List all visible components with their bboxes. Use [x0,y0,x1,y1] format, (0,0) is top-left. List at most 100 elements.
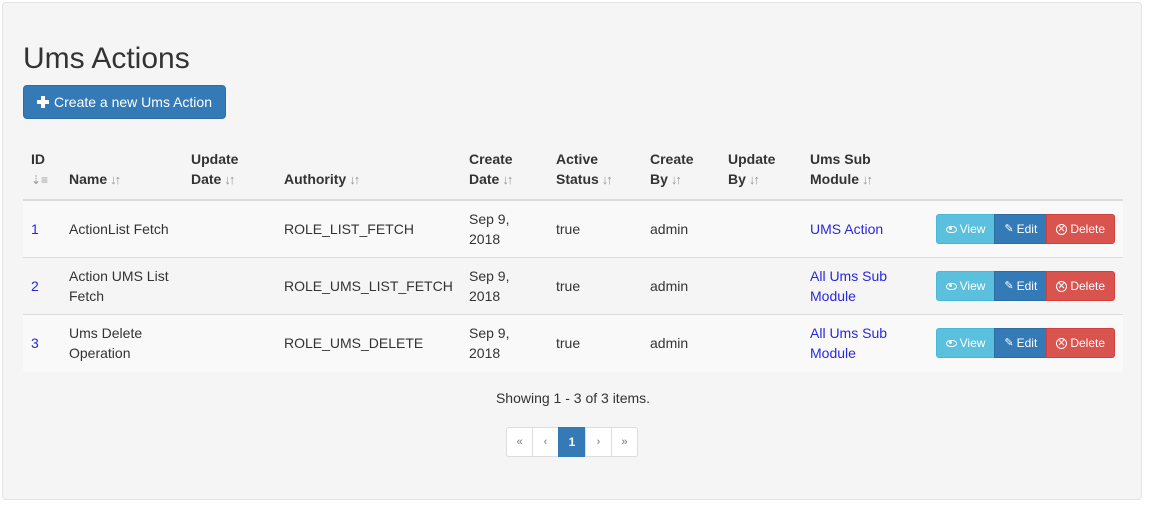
column-header-update-date[interactable]: Update Date ↓↑ [183,143,276,201]
view-label: View [959,222,986,236]
sort-icon[interactable]: ↓↑ [749,172,760,187]
row-id-link[interactable]: 2 [31,278,39,294]
row-ums-sub-module-link[interactable]: UMS Action [810,221,883,237]
header-authority-label: Authority [284,171,347,187]
eye-icon [945,225,957,233]
row-create-date: Sep 9, 2018 [461,200,548,258]
column-header-name[interactable]: Name ↓↑ [61,143,183,201]
column-header-update-by[interactable]: Update By ↓↑ [720,143,802,201]
row-create-by: admin [642,200,720,258]
header-create-date-line2: Date [469,171,500,187]
view-button[interactable]: View [935,214,996,244]
remove-circle-icon [1056,280,1068,292]
pencil-icon: ✎ [1004,279,1014,292]
view-button[interactable]: View [935,271,996,301]
delete-button[interactable]: Delete [1046,271,1115,301]
header-id-label: ID [31,151,45,167]
delete-button[interactable]: Delete [1046,328,1115,359]
eye-icon [945,339,957,347]
row-update-by [720,314,802,372]
table-row: 2 Action UMS List Fetch ROLE_UMS_LIST_FE… [23,257,1123,315]
header-update-by-line1: Update [728,151,776,167]
row-name: Ums Delete Operation [61,314,183,372]
delete-label: Delete [1070,336,1105,351]
delete-label: Delete [1070,222,1105,236]
row-id-link[interactable]: 1 [31,221,39,237]
column-header-id[interactable]: ID ⇣≡ [23,143,61,201]
sort-numeric-asc-icon[interactable]: ⇣≡ [31,173,48,187]
eye-icon [945,282,957,290]
row-actions: View ✎ Edit Delete [920,214,1115,244]
row-actions: View ✎ Edit Delete [920,271,1115,301]
delete-button[interactable]: Delete [1046,214,1115,244]
row-active-status: true [548,314,642,372]
row-create-date: Sep 9, 2018 [461,314,548,372]
row-create-by: admin [642,257,720,315]
sort-icon[interactable]: ↓↑ [862,172,873,187]
row-ums-sub-module-link[interactable]: All Ums Sub Module [810,268,887,304]
edit-label: Edit [1016,336,1038,351]
row-id-link[interactable]: 3 [31,335,39,351]
row-authority: ROLE_LIST_FETCH [276,200,461,258]
table-header-row: ID ⇣≡ Name ↓↑ Update Date ↓↑ Authority ↓↑ C… [23,143,1123,201]
header-name-label: Name [69,171,108,187]
pagination-last[interactable]: » [611,427,638,457]
header-create-date-line1: Create [469,151,513,167]
create-button-label: Create a new Ums Action [54,94,212,110]
sort-icon[interactable]: ↓↑ [224,172,235,187]
pagination: « ‹ 1 › » [506,427,638,457]
edit-button[interactable]: ✎ Edit [994,271,1048,301]
header-ums-sub-module-line1: Ums Sub [810,151,871,167]
header-active-status-line2: Status [556,171,599,187]
create-ums-action-button[interactable]: Create a new Ums Action [23,85,226,119]
pagination-first[interactable]: « [506,427,533,457]
row-authority: ROLE_UMS_DELETE [276,314,461,372]
pagination-prev[interactable]: ‹ [532,427,559,457]
column-header-authority[interactable]: Authority ↓↑ [276,143,461,201]
view-label: View [959,279,986,293]
sort-icon[interactable]: ↓↑ [602,172,613,187]
view-button[interactable]: View [935,328,996,359]
plus-icon [37,96,50,108]
header-active-status-line1: Active [556,151,599,167]
pagination-next[interactable]: › [585,427,612,457]
row-name: ActionList Fetch [61,200,183,258]
pagination-summary: Showing 1 - 3 of 3 items. [495,390,651,406]
row-ums-sub-module-link[interactable]: All Ums Sub Module [810,325,887,361]
sort-icon[interactable]: ↓↑ [671,172,682,187]
pencil-icon: ✎ [1004,222,1014,235]
column-header-create-by[interactable]: Create By ↓↑ [642,143,720,201]
edit-button[interactable]: ✎ Edit [994,328,1048,359]
header-update-date-line2: Date [191,171,222,187]
header-create-by-line1: Create [650,151,694,167]
row-create-by: admin [642,314,720,372]
pagination-page-1[interactable]: 1 [558,427,586,457]
remove-circle-icon [1056,337,1068,349]
page-title: Ums Actions [23,42,190,75]
sort-icon[interactable]: ↓↑ [349,172,360,187]
row-update-date [183,200,276,258]
column-header-create-date[interactable]: Create Date ↓↑ [461,143,548,201]
header-create-by-line2: By [650,171,668,187]
row-update-date [183,257,276,315]
view-label: View [959,336,986,351]
row-update-by [720,257,802,315]
column-header-ums-sub-module[interactable]: Ums Sub Module ↓↑ [802,143,912,201]
pencil-icon: ✎ [1004,336,1014,349]
row-actions: View ✎ Edit Delete [920,328,1115,359]
header-ums-sub-module-line2: Module [810,171,859,187]
remove-circle-icon [1056,223,1068,235]
column-header-actions [912,143,1123,201]
edit-label: Edit [1016,222,1038,236]
row-name: Action UMS List Fetch [61,257,183,315]
column-header-active-status[interactable]: Active Status ↓↑ [548,143,642,201]
table-row: 1 ActionList Fetch ROLE_LIST_FETCH Sep 9… [23,200,1123,258]
row-update-date [183,314,276,372]
edit-label: Edit [1016,279,1038,293]
delete-label: Delete [1070,279,1105,293]
edit-button[interactable]: ✎ Edit [994,214,1048,244]
sort-icon[interactable]: ↓↑ [110,172,121,187]
row-create-date: Sep 9, 2018 [461,257,548,315]
sort-icon[interactable]: ↓↑ [502,172,513,187]
ums-actions-table: ID ⇣≡ Name ↓↑ Update Date ↓↑ Authority ↓↑ C… [23,143,1123,372]
